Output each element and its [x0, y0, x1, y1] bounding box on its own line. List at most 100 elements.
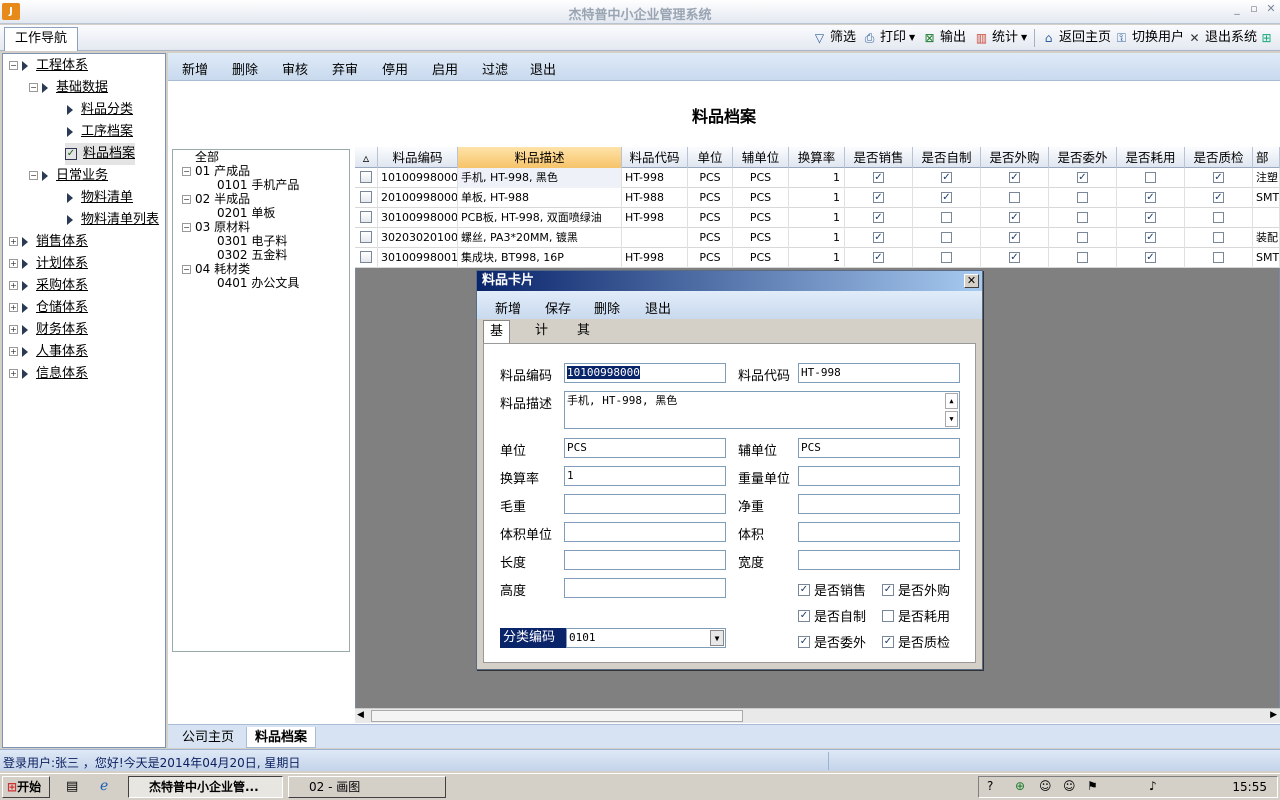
cell-flag[interactable]	[1185, 228, 1253, 248]
export-button[interactable]: ⊠ 输出	[922, 29, 966, 47]
start-button[interactable]: ⊞开始	[2, 776, 50, 798]
cell-flag[interactable]: ✓	[845, 228, 913, 248]
nav-engineering[interactable]: − 工程体系	[9, 55, 88, 77]
enable-button[interactable]: 启用	[432, 59, 458, 78]
cell-flag[interactable]	[1049, 188, 1117, 208]
category-code-select[interactable]: 0101 ▼	[566, 628, 726, 648]
cell-flag[interactable]	[1049, 228, 1117, 248]
cell-flag[interactable]: ✓	[1117, 228, 1185, 248]
cell-flag[interactable]: ✓	[1185, 168, 1253, 188]
category-node[interactable]: −04 耗材类	[182, 262, 250, 276]
scroll-down-icon[interactable]: ▼	[945, 411, 958, 427]
column-header[interactable]: 是否外购	[981, 147, 1049, 168]
close-icon[interactable]: ✕	[964, 274, 979, 288]
item-code-field[interactable]: 10100998000	[564, 363, 726, 383]
column-header[interactable]: 是否自制	[913, 147, 981, 168]
scroll-left-icon[interactable]: ◀	[357, 710, 364, 720]
checkbox-purchase[interactable]: ✓ 是否外购	[882, 580, 950, 599]
nav-basic-data[interactable]: − 基础数据	[29, 77, 108, 99]
length-field[interactable]	[564, 550, 726, 570]
tab-item-file[interactable]: 料品档案	[246, 727, 317, 748]
expand-icon[interactable]: +	[9, 237, 18, 246]
delete-button[interactable]: 删除	[232, 59, 258, 78]
cell-flag[interactable]: ✓	[1117, 248, 1185, 268]
add-button[interactable]: 新增	[182, 59, 208, 78]
cell-flag[interactable]: ✓	[913, 168, 981, 188]
collapse-icon[interactable]: −	[182, 167, 191, 176]
column-header[interactable]: 部门	[1253, 147, 1280, 186]
dialog-exit-button[interactable]: 退出	[645, 298, 671, 317]
category-node[interactable]: 0101 手机产品	[217, 178, 299, 192]
expand-icon[interactable]: +	[9, 369, 18, 378]
cell-flag[interactable]	[913, 208, 981, 228]
tab-plan[interactable]: 计划	[529, 320, 554, 360]
cell-flag[interactable]	[1185, 248, 1253, 268]
rate-field[interactable]: 1	[564, 466, 726, 486]
row-select-cell[interactable]	[355, 228, 378, 248]
nav-item-category[interactable]: 料品分类	[67, 99, 133, 121]
checkbox-outsource[interactable]: ✓ 是否委外	[798, 632, 866, 651]
collapse-icon[interactable]: −	[182, 223, 191, 232]
cell-flag[interactable]	[1117, 168, 1185, 188]
column-header[interactable]: 料品编码	[378, 147, 458, 168]
cell-flag[interactable]: ✓	[1185, 188, 1253, 208]
cell-flag[interactable]	[1185, 208, 1253, 228]
cell-flag[interactable]	[981, 188, 1049, 208]
windows-icon[interactable]: ⊞	[1259, 29, 1274, 47]
volume-field[interactable]	[798, 522, 960, 542]
expand-icon[interactable]: +	[9, 303, 18, 312]
network-icon[interactable]: ⊕	[1015, 779, 1025, 793]
nav-daily-ops[interactable]: − 日常业务	[29, 165, 108, 187]
collapse-icon[interactable]: −	[182, 265, 191, 274]
cell-flag[interactable]: ✓	[845, 208, 913, 228]
column-header[interactable]: 是否质检	[1185, 147, 1253, 168]
category-node[interactable]: 0302 五金料	[217, 248, 287, 262]
table-row[interactable]: 30100998000 PCB板, HT-998, 双面喷绿油 HT-998 PCS P…	[355, 208, 1280, 228]
unaudit-button[interactable]: 弃审	[332, 59, 358, 78]
checkbox-consume[interactable]: 是否耗用	[882, 606, 950, 625]
nav-info[interactable]: + 信息体系	[9, 363, 88, 385]
desktop-icon[interactable]: ▤	[66, 779, 78, 794]
row-select-cell[interactable]	[355, 188, 378, 208]
column-header[interactable]: 单位	[688, 147, 733, 168]
nav-bom[interactable]: 物料清单	[67, 187, 133, 209]
cell-flag[interactable]: ✓	[981, 248, 1049, 268]
print-button[interactable]: ⎙ 打印 ▼	[862, 29, 915, 47]
width-field[interactable]	[798, 550, 960, 570]
column-header[interactable]: 辅单位	[733, 147, 789, 168]
tab-other[interactable]: 其他	[571, 320, 596, 360]
expand-icon[interactable]: +	[9, 347, 18, 356]
category-node[interactable]: 0201 单板	[217, 206, 275, 220]
filter-action-button[interactable]: 过滤	[482, 59, 508, 78]
table-row[interactable]: 10100998000 手机, HT-998, 黑色 HT-998 PCS PCS 1 ✓ ✓…	[355, 168, 1280, 188]
cell-flag[interactable]: ✓	[913, 188, 981, 208]
expand-icon[interactable]: +	[9, 259, 18, 268]
taskbar-app-erp[interactable]: 杰特普中小企业管...	[128, 776, 283, 798]
cell-flag[interactable]: ✓	[1117, 208, 1185, 228]
row-select-cell[interactable]	[355, 168, 378, 188]
nav-process-file[interactable]: 工序档案	[67, 121, 133, 143]
switch-user-button[interactable]: ⚿ 切换用户	[1114, 29, 1184, 47]
collapse-icon[interactable]: −	[29, 83, 38, 92]
item-short-code-field[interactable]: HT-998	[798, 363, 960, 383]
nav-warehouse[interactable]: + 仓储体系	[9, 297, 88, 319]
row-checkbox-icon[interactable]	[360, 211, 372, 223]
net-weight-field[interactable]	[798, 494, 960, 514]
expand-icon[interactable]: +	[9, 325, 18, 334]
category-node[interactable]: 0401 办公文具	[217, 276, 299, 290]
select-all-icon[interactable]: ▵	[355, 147, 378, 168]
column-header[interactable]: 料品代码	[622, 147, 688, 168]
cell-flag[interactable]	[913, 228, 981, 248]
column-header[interactable]: 料品描述	[458, 147, 622, 168]
cell-flag[interactable]	[1049, 208, 1117, 228]
unit-field[interactable]: PCS	[564, 438, 726, 458]
taskbar-app-paint[interactable]: 02 - 画图	[288, 776, 446, 798]
exit-button[interactable]: 退出	[530, 59, 556, 78]
dialog-add-button[interactable]: 新增	[495, 298, 521, 317]
flag-icon[interactable]: ⚑	[1087, 779, 1098, 793]
tab-company-home[interactable]: 公司主页	[174, 727, 242, 748]
close-window-icon[interactable]: ✕	[1264, 2, 1278, 16]
nav-hr[interactable]: + 人事体系	[9, 341, 88, 363]
category-node[interactable]: 0301 电子料	[217, 234, 287, 248]
filter-button[interactable]: ▽ 筛选	[812, 29, 856, 47]
